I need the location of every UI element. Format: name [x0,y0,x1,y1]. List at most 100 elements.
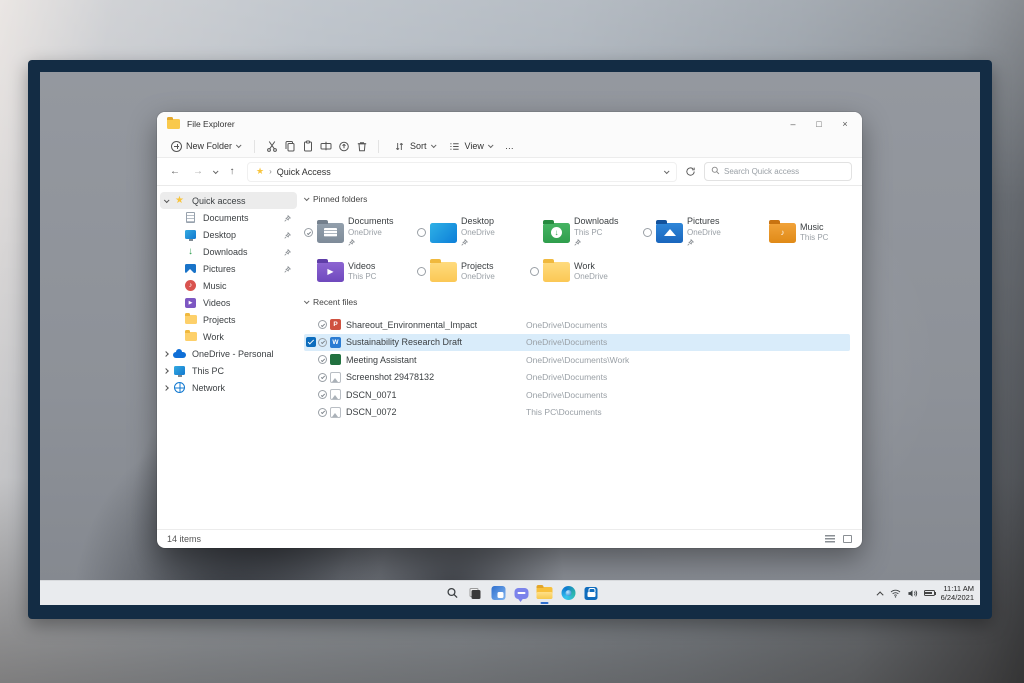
documents-icon [184,211,197,224]
pin-icon[interactable] [284,265,291,275]
sidebar-item-pictures[interactable]: Pictures [180,260,297,277]
taskbar-search-button[interactable] [445,586,460,601]
recent-file-row-selected[interactable]: W Sustainability Research Draft OneDrive… [304,334,850,352]
recent-file-row[interactable]: Meeting Assistant OneDrive\Documents\Wor… [304,351,850,369]
wifi-icon[interactable] [890,589,901,598]
recent-files-header[interactable]: Recent files [304,295,850,309]
sidebar-item-onedrive[interactable]: OneDrive - Personal [160,345,297,362]
pin-icon[interactable] [284,248,291,258]
battery-icon[interactable] [924,590,935,596]
search-box[interactable] [704,162,852,181]
taskbar-clock[interactable]: 11:11 AM 6/24/2021 [941,584,974,603]
details-view-toggle[interactable] [825,535,835,543]
view-button[interactable]: View [444,138,496,155]
forward-button[interactable]: → [190,166,206,177]
pin-icon[interactable] [284,214,291,224]
chevron-right-icon[interactable] [163,385,169,391]
sidebar-item-label: Projects [203,315,236,325]
pinned-folder-pictures[interactable]: Pictures OneDrive [643,213,756,252]
desktop[interactable]: File Explorer – □ × New Folder [40,72,980,605]
sidebar-item-downloads[interactable]: ↓ Downloads [180,243,297,260]
close-button[interactable]: × [832,114,858,133]
up-button[interactable]: ↑ [224,166,240,177]
sync-status-icon [318,355,327,364]
volume-icon[interactable] [907,589,918,598]
sidebar-item-quick-access[interactable]: ★ Quick access [160,192,297,209]
chevron-right-icon[interactable] [163,351,169,357]
file-name: Screenshot 29478132 [346,372,526,382]
pinned-folder-documents[interactable]: Documents OneDrive [304,213,417,252]
pinned-folder-projects[interactable]: Projects OneDrive [417,252,530,291]
breadcrumb-location[interactable]: Quick Access [277,167,331,177]
recent-file-row[interactable]: DSCN_0072 This PC\Documents [304,404,850,422]
sidebar-item-work[interactable]: Work [180,328,297,345]
minimize-button[interactable]: – [780,114,806,133]
breadcrumb[interactable]: ★ › Quick Access [247,162,677,182]
green-app-file-icon [330,354,341,365]
pinned-folder-desktop[interactable]: Desktop OneDrive [417,213,530,252]
edge-button[interactable] [561,586,576,601]
chevron-right-icon[interactable] [163,368,169,374]
view-icon [448,140,461,153]
pinned-folder-name: Videos [348,261,376,272]
recent-file-row[interactable]: Screenshot 29478132 OneDrive\Documents [304,369,850,387]
divider [254,140,255,153]
new-folder-button[interactable]: New Folder [167,139,244,154]
window-title: File Explorer [187,119,235,129]
recent-locations-chevron[interactable] [213,168,219,174]
pinned-folder-videos[interactable]: ▶ Videos This PC [304,252,417,291]
sync-status-icon [643,228,652,237]
title-bar[interactable]: File Explorer – □ × [157,112,862,135]
sidebar-item-label: Videos [203,298,230,308]
thumbnail-view-toggle[interactable] [843,535,852,543]
file-explorer-window: File Explorer – □ × New Folder [157,112,862,548]
share-button[interactable] [337,140,350,153]
chevron-down-icon [236,142,242,148]
pinned-folder-work[interactable]: Work OneDrive [530,252,643,291]
sidebar-item-videos[interactable]: ▶ Videos [180,294,297,311]
star-icon: ★ [256,166,264,177]
sidebar-item-desktop[interactable]: Desktop [180,226,297,243]
paste-button[interactable] [301,140,314,153]
pinned-folder-music[interactable]: ♪ Music This PC [756,213,869,252]
sort-button[interactable]: Sort [389,138,439,155]
pinned-folder-name: Desktop [461,216,495,227]
refresh-button[interactable] [684,165,697,178]
more-options-button[interactable]: … [501,139,518,153]
row-checkbox[interactable] [306,337,316,347]
file-path: OneDrive\Documents [526,390,607,400]
start-button[interactable] [422,586,437,601]
widgets-button[interactable] [491,586,506,601]
rename-button[interactable] [319,140,332,153]
recent-file-row[interactable]: P Shareout_Environmental_Impact OneDrive… [304,316,850,334]
status-bar: 14 items [157,529,862,548]
cut-button[interactable] [265,140,278,153]
pin-icon[interactable] [284,231,291,241]
sidebar-item-projects[interactable]: Projects [180,311,297,328]
back-button[interactable]: ← [167,166,183,177]
pinned-folders-header[interactable]: Pinned folders [304,192,850,206]
address-dropdown-chevron[interactable] [664,168,670,174]
store-button[interactable] [584,586,599,601]
chat-button[interactable] [514,586,529,601]
chevron-down-icon[interactable] [164,197,170,203]
sync-status-icon [318,320,327,329]
recent-file-row[interactable]: DSCN_0071 OneDrive\Documents [304,386,850,404]
maximize-button[interactable]: □ [806,114,832,133]
word-file-icon: W [330,337,341,348]
pinned-folder-name: Pictures [687,216,721,227]
address-bar: ← → ↑ ★ › Quick Access [157,158,862,186]
sidebar-item-documents[interactable]: Documents [180,209,297,226]
pictures-icon [184,262,197,275]
sidebar-item-music[interactable]: ♪ Music [180,277,297,294]
task-view-button[interactable] [468,586,483,601]
copy-button[interactable] [283,140,296,153]
file-name: DSCN_0072 [346,407,526,417]
sidebar-item-this-pc[interactable]: This PC [160,362,297,379]
search-input[interactable] [724,167,845,176]
hidden-icons-chevron[interactable] [876,591,883,598]
pinned-folder-downloads[interactable]: ↓ Downloads This PC [530,213,643,252]
delete-button[interactable] [355,140,368,153]
taskbar-file-explorer-button[interactable] [537,587,553,599]
sidebar-item-network[interactable]: Network [160,379,297,396]
